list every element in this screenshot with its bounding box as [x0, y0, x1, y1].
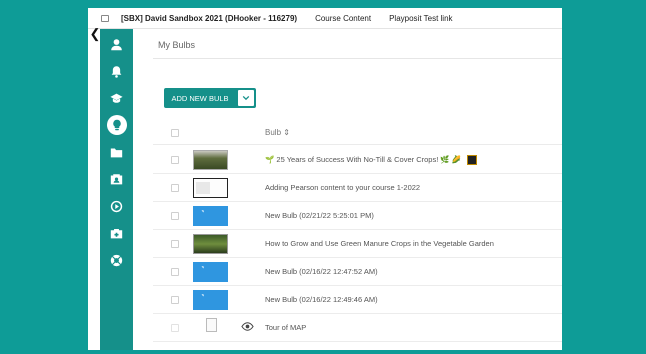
nav-user[interactable] — [100, 33, 133, 55]
course-topbar: [SBX] David Sandbox 2021 (DHooker - 1162… — [88, 8, 562, 29]
video-thumbnail[interactable] — [193, 234, 228, 254]
bulb-thumbnail[interactable] — [193, 290, 228, 310]
bulb-thumbnail-icon — [199, 294, 204, 299]
nav-help[interactable] — [100, 249, 133, 271]
background-left — [0, 0, 88, 354]
bulb-title[interactable]: New Bulb (02/16/22 12:49:46 AM) — [265, 295, 378, 304]
background-top — [88, 0, 562, 8]
nav-portfolio[interactable] — [100, 222, 133, 244]
nav-files[interactable] — [100, 141, 133, 163]
course-title[interactable]: [SBX] David Sandbox 2021 (DHooker - 1162… — [121, 14, 297, 23]
select-all-checkbox[interactable] — [171, 129, 179, 137]
background-bottom — [88, 350, 562, 354]
play-circle-icon — [110, 200, 123, 212]
background-right — [562, 0, 646, 354]
video-thumbnail[interactable] — [193, 150, 228, 170]
row-checkbox[interactable] — [171, 156, 179, 164]
bulb-thumbnail[interactable] — [193, 262, 228, 282]
bulb-thumbnail-icon — [199, 266, 204, 271]
nav-courses[interactable] — [100, 87, 133, 109]
broken-image-icon — [206, 318, 217, 332]
bulb-title[interactable]: 🌱 25 Years of Success With No-Till & Cov… — [265, 155, 478, 166]
add-new-bulb-label: ADD NEW BULB — [171, 93, 229, 103]
page-title: My Bulbs — [158, 40, 196, 50]
document-thumbnail[interactable] — [193, 178, 228, 198]
active-indicator — [106, 115, 127, 135]
nav-notifications[interactable] — [100, 60, 133, 82]
help-lifebuoy-icon — [110, 254, 123, 266]
title-divider — [153, 58, 562, 59]
nav-media[interactable] — [100, 195, 133, 217]
row-checkbox[interactable] — [171, 324, 179, 332]
table-row[interactable]: New Bulb (02/21/22 5:25:01 PM) — [153, 202, 562, 230]
bulb-title[interactable]: Adding Pearson content to your course 1-… — [265, 183, 420, 192]
bulb-thumbnail[interactable] — [193, 206, 228, 226]
row-checkbox[interactable] — [171, 268, 179, 276]
user-icon — [111, 38, 122, 50]
nav-bulbs[interactable] — [100, 114, 133, 136]
bulb-title[interactable]: How to Grow and Use Green Manure Crops i… — [265, 239, 494, 248]
row-checkbox[interactable] — [171, 240, 179, 248]
briefcase-icon — [110, 228, 123, 238]
bulb-thumbnail-icon — [199, 210, 204, 215]
table-row[interactable]: Tour of MAP — [153, 314, 562, 342]
tab-playposit-test-link[interactable]: Playposit Test link — [389, 14, 452, 23]
table-header: Bulb ⇕ — [153, 121, 562, 145]
eye-icon[interactable] — [241, 322, 254, 331]
bulb-title[interactable]: New Bulb (02/16/22 12:47:52 AM) — [265, 267, 378, 276]
add-options-dropdown[interactable] — [238, 90, 254, 106]
row-checkbox[interactable] — [171, 184, 179, 192]
bulb-column-header[interactable]: Bulb ⇕ — [265, 128, 290, 137]
bell-icon — [111, 65, 122, 78]
main-content: My Bulbs ADD NEW BULB Bulb ⇕ 🌱 25 Years … — [133, 29, 562, 350]
video-badge-icon — [467, 155, 478, 166]
table-row[interactable]: Adding Pearson content to your course 1-… — [153, 174, 562, 202]
side-navigation — [100, 29, 133, 350]
tab-course-content[interactable]: Course Content — [315, 14, 371, 23]
add-new-bulb-button[interactable]: ADD NEW BULB — [164, 88, 256, 108]
table-row[interactable]: 🌱 25 Years of Success With No-Till & Cov… — [153, 146, 562, 174]
row-checkbox[interactable] — [171, 212, 179, 220]
nav-roster[interactable] — [100, 168, 133, 190]
graduation-cap-icon — [110, 93, 123, 103]
chevron-down-icon — [242, 95, 250, 101]
bulb-title[interactable]: Tour of MAP — [265, 323, 306, 332]
table-row[interactable]: How to Grow and Use Green Manure Crops i… — [153, 230, 562, 258]
bulb-title[interactable]: New Bulb (02/21/22 5:25:01 PM) — [265, 211, 374, 220]
folder-icon — [110, 147, 123, 157]
row-checkbox[interactable] — [171, 296, 179, 304]
window-icon — [101, 14, 109, 22]
table-row[interactable]: New Bulb (02/16/22 12:49:46 AM) — [153, 286, 562, 314]
table-row[interactable]: New Bulb (02/16/22 12:47:52 AM) — [153, 258, 562, 286]
lightbulb-icon — [112, 119, 121, 131]
id-card-icon — [110, 173, 123, 184]
